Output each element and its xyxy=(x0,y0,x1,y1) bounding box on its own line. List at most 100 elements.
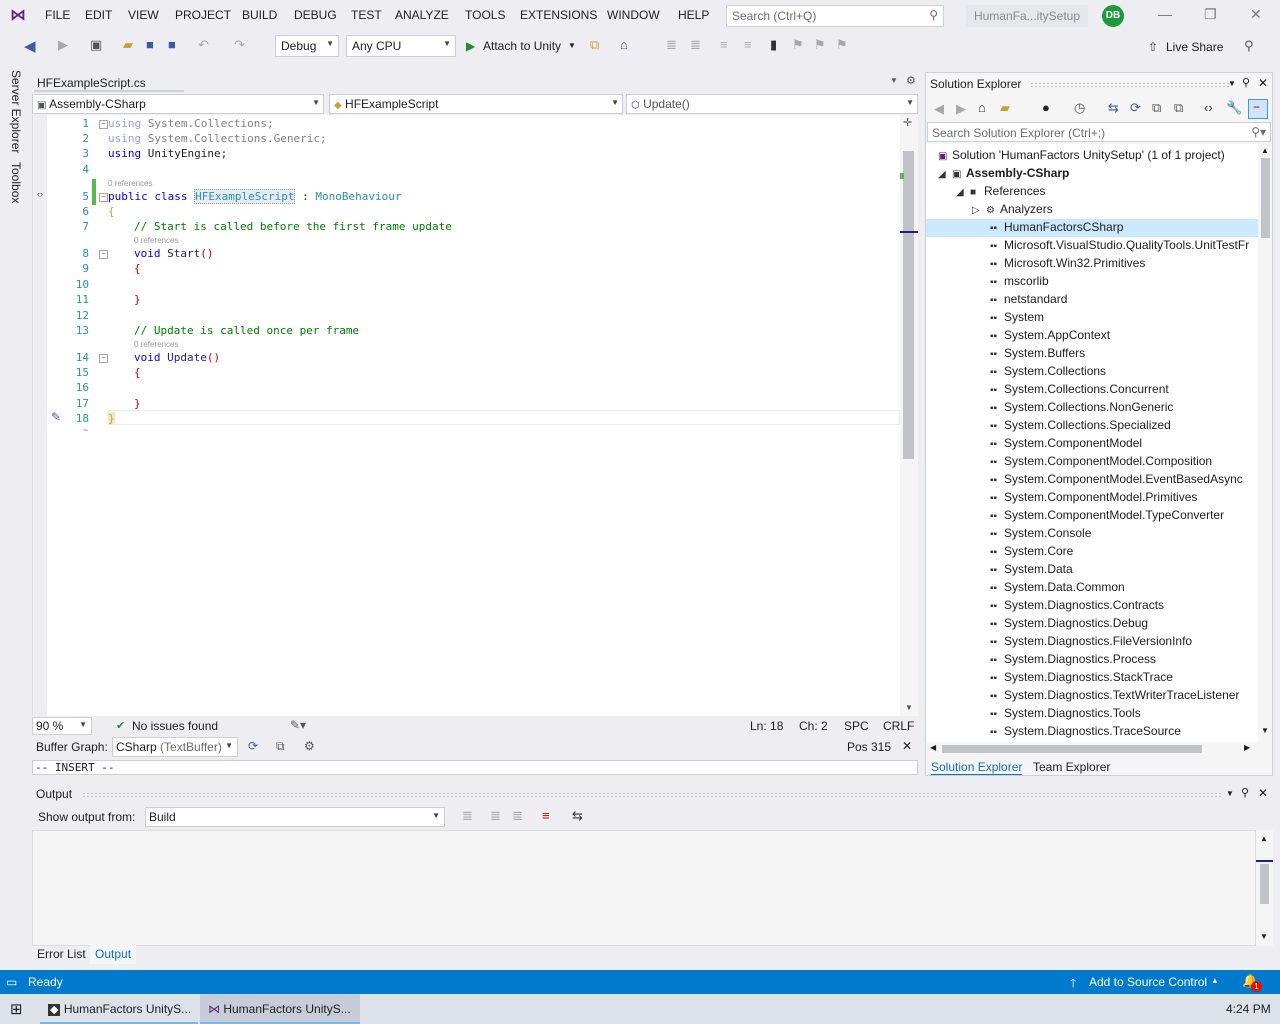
chevron-down-icon[interactable]: ▼ xyxy=(1226,789,1234,798)
tree-node-solution[interactable]: ▣ Solution 'HumanFactors UnitySetup' (1 o… xyxy=(938,148,1225,162)
next-message-icon[interactable]: ≣ xyxy=(512,808,523,824)
chevron-up-icon[interactable]: ▲ xyxy=(1211,976,1219,985)
output-source-select[interactable]: Build ▼ xyxy=(145,807,445,827)
tree-node-reference[interactable]: ▪▪ System.Diagnostics.StackTrace xyxy=(990,670,1173,684)
tree-node-reference[interactable]: ▪▪ System.ComponentModel.Primitives xyxy=(990,490,1197,504)
tree-node-reference[interactable]: ▪▪ System.Diagnostics.Contracts xyxy=(990,598,1164,612)
quick-launch-search[interactable]: Search (Ctrl+Q) ⚲ xyxy=(726,5,944,27)
tree-node-reference[interactable]: ▪▪ System.Core xyxy=(990,544,1073,558)
scroll-thumb[interactable] xyxy=(942,745,1202,753)
collapse-toggle[interactable]: − xyxy=(99,354,108,363)
new-project-icon[interactable]: ▣ xyxy=(90,37,102,53)
chevron-down-icon[interactable]: ▼ xyxy=(1228,79,1236,88)
tree-node-reference[interactable]: ▪▪ mscorlib xyxy=(990,274,1049,288)
browser-icon[interactable]: ⌂ xyxy=(620,37,628,52)
tree-node-reference[interactable]: ▪▪ System.AppContext xyxy=(990,328,1110,342)
menu-analyze[interactable]: ANALYZE xyxy=(395,8,449,22)
gear-icon[interactable]: ⚙ xyxy=(906,74,916,87)
taskbar-item-visual-studio[interactable]: ⋈ HumanFactors UnityS... xyxy=(200,994,360,1024)
tab-hfexamplescript[interactable]: HFExampleScript.cs ✕ xyxy=(34,74,184,104)
chevron-up-icon[interactable]: ▲ xyxy=(1261,146,1269,155)
bookmark-icon[interactable]: ▮ xyxy=(770,37,777,53)
close-icon[interactable]: ✕ xyxy=(1258,786,1268,800)
tab-output[interactable]: Output xyxy=(90,944,137,964)
tree-node-reference[interactable]: ▪▪ Microsoft.VisualStudio.QualityTools.Un… xyxy=(990,238,1249,252)
tree-node-reference[interactable]: ▪▪ System.ComponentModel.Composition xyxy=(990,454,1212,468)
toolbox-tab[interactable]: Toolbox xyxy=(9,162,23,203)
prev-bookmark-icon[interactable]: ⚑ xyxy=(792,37,804,53)
tree-node-reference[interactable]: ▪▪ System.ComponentModel.EventBasedAsync xyxy=(990,472,1243,486)
show-all-files-icon[interactable]: ⧉ xyxy=(1174,100,1183,116)
find-in-files-icon[interactable]: ⧉ xyxy=(590,37,599,53)
editor-vertical-scrollbar[interactable]: ✛ ▼ xyxy=(900,115,918,716)
output-text-area[interactable] xyxy=(32,830,1256,946)
menu-debug[interactable]: DEBUG xyxy=(294,8,337,22)
tree-node-reference[interactable]: ▪▪ HumanFactorsCSharp xyxy=(990,220,1123,234)
avatar[interactable]: DB xyxy=(1102,5,1124,27)
code-editor[interactable]: ‹› ✎ 1 2 3 4 5 6 7 8 9 10 11 12 13 14 15… xyxy=(32,115,900,716)
menu-project[interactable]: PROJECT xyxy=(175,8,231,22)
redo-icon[interactable]: ↷ xyxy=(234,37,245,53)
tree-node-reference[interactable]: ▪▪ System.Data.Common xyxy=(990,580,1125,594)
windows-start-icon[interactable]: ⊞ xyxy=(10,1000,23,1018)
solution-explorer-search[interactable]: Search Solution Explorer (Ctrl+;) ⚲▾ xyxy=(927,122,1271,142)
chevron-down-icon[interactable]: ▼ xyxy=(905,703,913,712)
properties-icon[interactable]: 🔧 xyxy=(1226,100,1242,116)
pending-changes-icon[interactable]: ◷ xyxy=(1074,100,1085,116)
menu-view[interactable]: VIEW xyxy=(128,8,159,22)
live-share-button[interactable]: Live Share xyxy=(1166,40,1223,54)
refresh-icon[interactable]: ⟳ xyxy=(248,739,258,753)
split-icon[interactable]: ✛ xyxy=(903,116,912,129)
chevron-down-icon[interactable]: ▼ xyxy=(568,41,576,50)
forward-icon[interactable]: ▶ xyxy=(956,101,966,117)
comment-icon[interactable]: ≡ xyxy=(720,37,728,52)
tree-node-reference[interactable]: ▪▪ System.Diagnostics.TextWriterTraceList… xyxy=(990,688,1239,702)
scroll-thumb[interactable] xyxy=(1260,864,1269,904)
open-folder-icon[interactable]: ▰ xyxy=(123,37,133,53)
solution-config-select[interactable]: Debug ▼ xyxy=(275,35,339,57)
scroll-thumb[interactable] xyxy=(1261,158,1270,238)
attach-to-unity-button[interactable]: Attach to Unity xyxy=(483,39,561,53)
platform-select[interactable]: Any CPU ▼ xyxy=(346,35,456,57)
code-lens-references[interactable]: 0 references xyxy=(134,236,178,245)
sync-icon[interactable]: ⇆ xyxy=(1108,100,1119,116)
tree-node-reference[interactable]: ▪▪ System.Diagnostics.Debug xyxy=(990,616,1148,630)
uncomment-icon[interactable]: ≡ xyxy=(744,37,752,52)
tree-node-reference[interactable]: ▪▪ System.Collections.NonGeneric xyxy=(990,400,1173,414)
menu-edit[interactable]: EDIT xyxy=(85,8,112,22)
forward-icon[interactable]: ▶ xyxy=(58,37,68,53)
tree-node-reference[interactable]: ▪▪ System.Buffers xyxy=(990,346,1085,360)
tree-node-reference[interactable]: ▪▪ System.Diagnostics.TraceSource xyxy=(990,724,1181,738)
code-lens-references[interactable]: 0 references xyxy=(108,179,152,188)
feedback-icon[interactable]: ⚲ xyxy=(1244,38,1254,54)
play-icon[interactable]: ▶ xyxy=(466,39,475,53)
chevron-right-icon[interactable]: ▶ xyxy=(1244,743,1250,752)
member-nav-select[interactable]: ⬡ Update() ▼ xyxy=(626,94,918,114)
chevron-down-icon[interactable]: ▼ xyxy=(1260,932,1268,941)
menu-tools[interactable]: TOOLS xyxy=(465,8,505,22)
menu-help[interactable]: HELP xyxy=(678,8,709,22)
collapse-toggle[interactable]: − xyxy=(99,120,108,129)
close-icon[interactable]: ✕ xyxy=(902,739,912,753)
tab-team-explorer[interactable]: Team Explorer xyxy=(1033,760,1110,774)
scroll-thumb[interactable] xyxy=(903,151,914,459)
back-icon[interactable]: ◀ xyxy=(24,37,36,55)
menu-test[interactable]: TEST xyxy=(351,8,382,22)
view-code-icon[interactable]: ‹› xyxy=(1204,100,1213,115)
menu-extensions[interactable]: EXTENSIONS xyxy=(520,8,597,22)
graph-icon[interactable]: ⧉ xyxy=(276,739,285,754)
code-lens-references[interactable]: 0 references xyxy=(134,340,178,349)
switch-views-icon[interactable]: ▰ xyxy=(1000,100,1010,116)
buffer-graph-select[interactable]: CSharp (TextBuffer) ▼ xyxy=(112,737,238,757)
issues-status[interactable]: No issues found xyxy=(132,719,218,733)
live-share-icon[interactable]: ⇧ xyxy=(1148,40,1158,54)
type-nav-select[interactable]: ◆ HFExampleScript ▼ xyxy=(329,94,623,114)
tree-node-reference[interactable]: ▪▪ netstandard xyxy=(990,292,1067,306)
tree-node-reference[interactable]: ▪▪ System.ComponentModel xyxy=(990,436,1142,450)
undo-icon[interactable]: ↶ xyxy=(198,37,209,53)
zoom-select[interactable]: 90 % ▼ xyxy=(32,717,92,735)
tree-node-reference[interactable]: ▪▪ System.ComponentModel.TypeConverter xyxy=(990,508,1224,522)
tree-node-reference[interactable]: ▪▪ System xyxy=(990,310,1044,324)
menu-build[interactable]: BUILD xyxy=(242,8,277,22)
tab-error-list[interactable]: Error List xyxy=(37,947,86,961)
